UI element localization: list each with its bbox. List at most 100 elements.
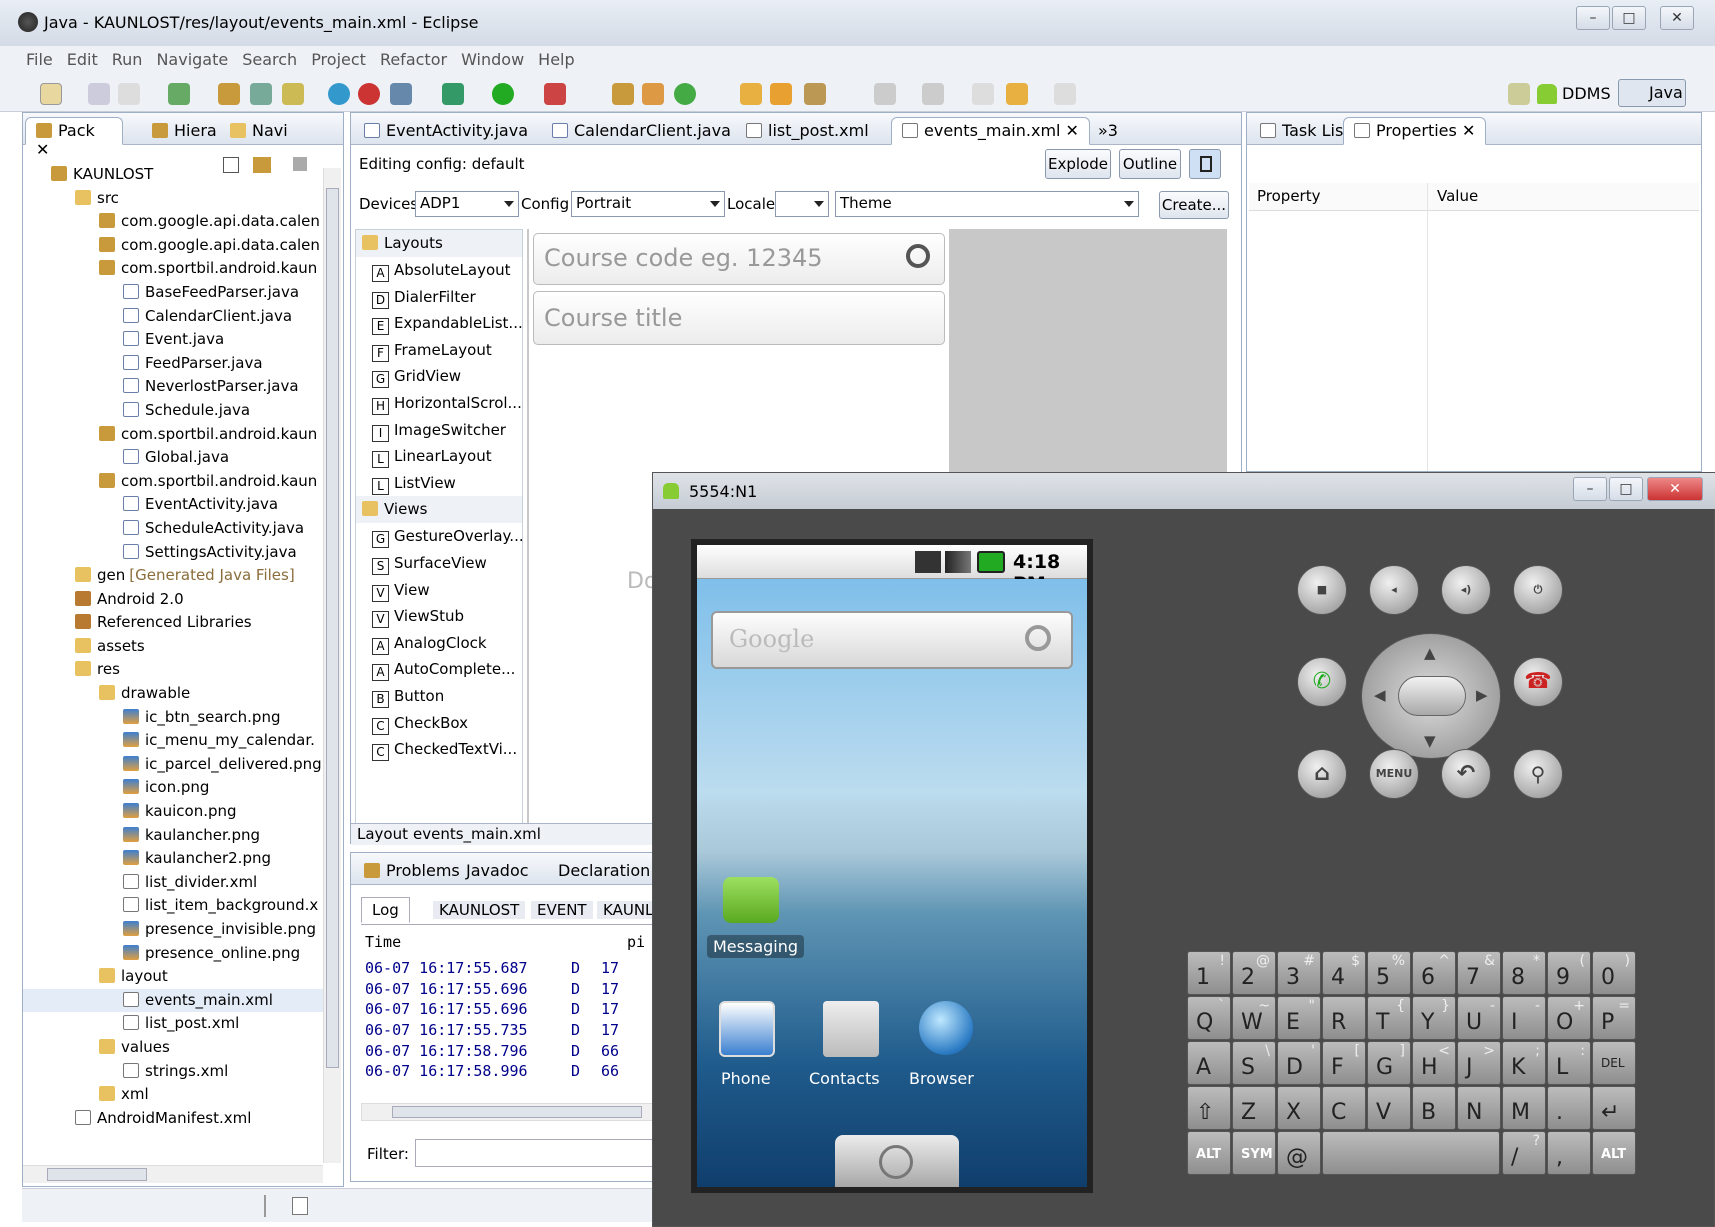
- tree-item[interactable]: com.sportbil.android.kaun: [23, 257, 323, 281]
- emulator-maximize-button[interactable]: □: [1609, 477, 1643, 501]
- tree-item[interactable]: FeedParser.java: [23, 352, 323, 376]
- log-header-time[interactable]: Time: [365, 933, 401, 951]
- value-column[interactable]: Value: [1437, 187, 1478, 205]
- globe-icon[interactable]: [328, 83, 350, 105]
- log-row[interactable]: 06-07 16:17:55.696 D 17: [365, 1000, 657, 1021]
- menu-file[interactable]: File: [26, 50, 53, 69]
- theme-select[interactable]: Theme: [835, 191, 1139, 217]
- tab-events-main[interactable]: events_main.xml ✕: [891, 117, 1090, 145]
- palette-item[interactable]: L ListView: [372, 470, 522, 497]
- tree-item[interactable]: com.sportbil.android.kaun: [23, 470, 323, 494]
- key[interactable]: 1!: [1187, 951, 1231, 995]
- log-header-pid[interactable]: pi: [627, 933, 645, 951]
- config-select[interactable]: Portrait: [571, 191, 725, 217]
- tree-item[interactable]: assets: [23, 635, 323, 659]
- device-screen[interactable]: 4:18 PM Google Messaging Phone Contacts …: [691, 539, 1093, 1193]
- palette-item[interactable]: A AutoComplete...: [372, 656, 522, 683]
- camera-button[interactable]: ■: [1297, 565, 1347, 615]
- tree-item[interactable]: res: [23, 658, 323, 682]
- palette-item[interactable]: C CheckedTextVi...: [372, 736, 522, 763]
- palette-item[interactable]: F FrameLayout: [372, 337, 522, 364]
- tree-item[interactable]: presence_invisible.png: [23, 918, 323, 942]
- call-button[interactable]: ✆: [1297, 657, 1347, 707]
- tree-item[interactable]: list_item_background.x: [23, 894, 323, 918]
- key[interactable]: 4 $: [1322, 951, 1366, 995]
- key[interactable]: 7 &: [1457, 951, 1501, 995]
- course-code-field[interactable]: Course code eg. 12345: [533, 233, 945, 285]
- dpad-left-icon[interactable]: ◀: [1374, 686, 1386, 704]
- log-hscroll-thumb[interactable]: [392, 1106, 642, 1118]
- palette-item[interactable]: V ViewStub: [372, 603, 522, 630]
- tree-item[interactable]: EventActivity.java: [23, 493, 323, 517]
- key[interactable]: I-: [1502, 996, 1546, 1040]
- key[interactable]: X: [1277, 1086, 1321, 1130]
- menu-edit[interactable]: Edit: [67, 50, 98, 69]
- tree-item[interactable]: Global.java: [23, 446, 323, 470]
- search-button[interactable]: ⚲: [1513, 749, 1563, 799]
- menu-navigate[interactable]: Navigate: [156, 50, 228, 69]
- locale-select[interactable]: [775, 191, 829, 217]
- app-messaging[interactable]: Messaging: [707, 877, 805, 967]
- run-icon[interactable]: [492, 83, 514, 105]
- tab-javadoc[interactable]: Javadoc: [455, 857, 540, 885]
- palette-item[interactable]: E ExpandableList...: [372, 310, 523, 337]
- key[interactable]: 0): [1592, 951, 1636, 995]
- tree-item[interactable]: NeverlostParser.java: [23, 375, 323, 399]
- palette-item[interactable]: G GestureOverlay...: [372, 523, 524, 550]
- tab-declaration[interactable]: Declaration: [547, 857, 661, 885]
- key[interactable]: T{: [1367, 996, 1411, 1040]
- palette-item[interactable]: S SurfaceView: [372, 550, 522, 577]
- palette-item[interactable]: I ImageSwitcher: [372, 417, 522, 444]
- tree-item[interactable]: BaseFeedParser.java: [23, 281, 323, 305]
- dpad[interactable]: ▲ ▼ ◀ ▶: [1361, 633, 1501, 759]
- new-class-icon[interactable]: [250, 83, 272, 105]
- key[interactable]: O +: [1547, 996, 1591, 1040]
- emulator-minimize-button[interactable]: –: [1573, 477, 1607, 501]
- sym-key[interactable]: SYM: [1232, 1131, 1276, 1175]
- tree-item[interactable]: icon.png: [23, 776, 323, 800]
- palette-item[interactable]: B Button: [372, 683, 522, 710]
- key[interactable]: Q `: [1187, 996, 1231, 1040]
- palette-item[interactable]: L LinearLayout: [372, 443, 522, 470]
- external-tools-icon[interactable]: [544, 83, 566, 105]
- home-button[interactable]: ⌂: [1297, 749, 1347, 799]
- key[interactable]: A: [1187, 1041, 1231, 1085]
- app-drawer-handle[interactable]: [835, 1135, 959, 1187]
- menu-refactor[interactable]: Refactor: [380, 50, 447, 69]
- alt-key-left[interactable]: ALT: [1187, 1131, 1231, 1175]
- back-button[interactable]: ↶: [1441, 749, 1491, 799]
- google-search-widget[interactable]: Google: [711, 611, 1073, 669]
- close-button[interactable]: ✕: [1660, 6, 1694, 30]
- tree-item[interactable]: values: [23, 1036, 323, 1060]
- prev-annotation-icon[interactable]: [922, 83, 944, 105]
- menu-help[interactable]: Help: [538, 50, 574, 69]
- log-row[interactable]: 06-07 16:17:58.796 D 66: [365, 1042, 657, 1063]
- minimize-button[interactable]: –: [1576, 6, 1610, 30]
- tree-item[interactable]: ScheduleActivity.java: [23, 517, 323, 541]
- tree-item[interactable]: drawable: [23, 682, 323, 706]
- key[interactable]: 8 *: [1502, 951, 1546, 995]
- wizard-icon[interactable]: [390, 83, 412, 105]
- key[interactable]: F[: [1322, 1041, 1366, 1085]
- tree-item[interactable]: xml: [23, 1083, 323, 1107]
- tree-item[interactable]: kaulancher2.png: [23, 847, 323, 871]
- explode-button[interactable]: Explode: [1045, 149, 1111, 179]
- palette-item[interactable]: C CheckBox: [372, 710, 522, 737]
- dpad-down-icon[interactable]: ▼: [1424, 732, 1436, 750]
- app-browser[interactable]: Browser: [903, 1001, 993, 1091]
- palette-layouts-header[interactable]: Layouts: [356, 230, 522, 257]
- tab-package-explorer[interactable]: Pack ✕: [25, 117, 123, 159]
- tab-calendarclient[interactable]: CalendarClient.java: [541, 117, 742, 145]
- comma-key[interactable]: ,: [1547, 1131, 1591, 1175]
- volume-down-button[interactable]: ◂: [1369, 565, 1419, 615]
- open-task-icon[interactable]: [770, 83, 792, 105]
- tree-item[interactable]: kaulancher.png: [23, 824, 323, 848]
- last-edit-icon[interactable]: [972, 83, 994, 105]
- tree-vertical-scrollbar[interactable]: [323, 168, 341, 1163]
- tab-navigator[interactable]: Navi: [219, 117, 299, 145]
- tree-item[interactable]: Schedule.java: [23, 399, 323, 423]
- outline-button[interactable]: Outline: [1119, 149, 1181, 179]
- create-config-button[interactable]: Create...: [1159, 191, 1229, 219]
- key[interactable]: V: [1367, 1086, 1411, 1130]
- key[interactable]: S \: [1232, 1041, 1276, 1085]
